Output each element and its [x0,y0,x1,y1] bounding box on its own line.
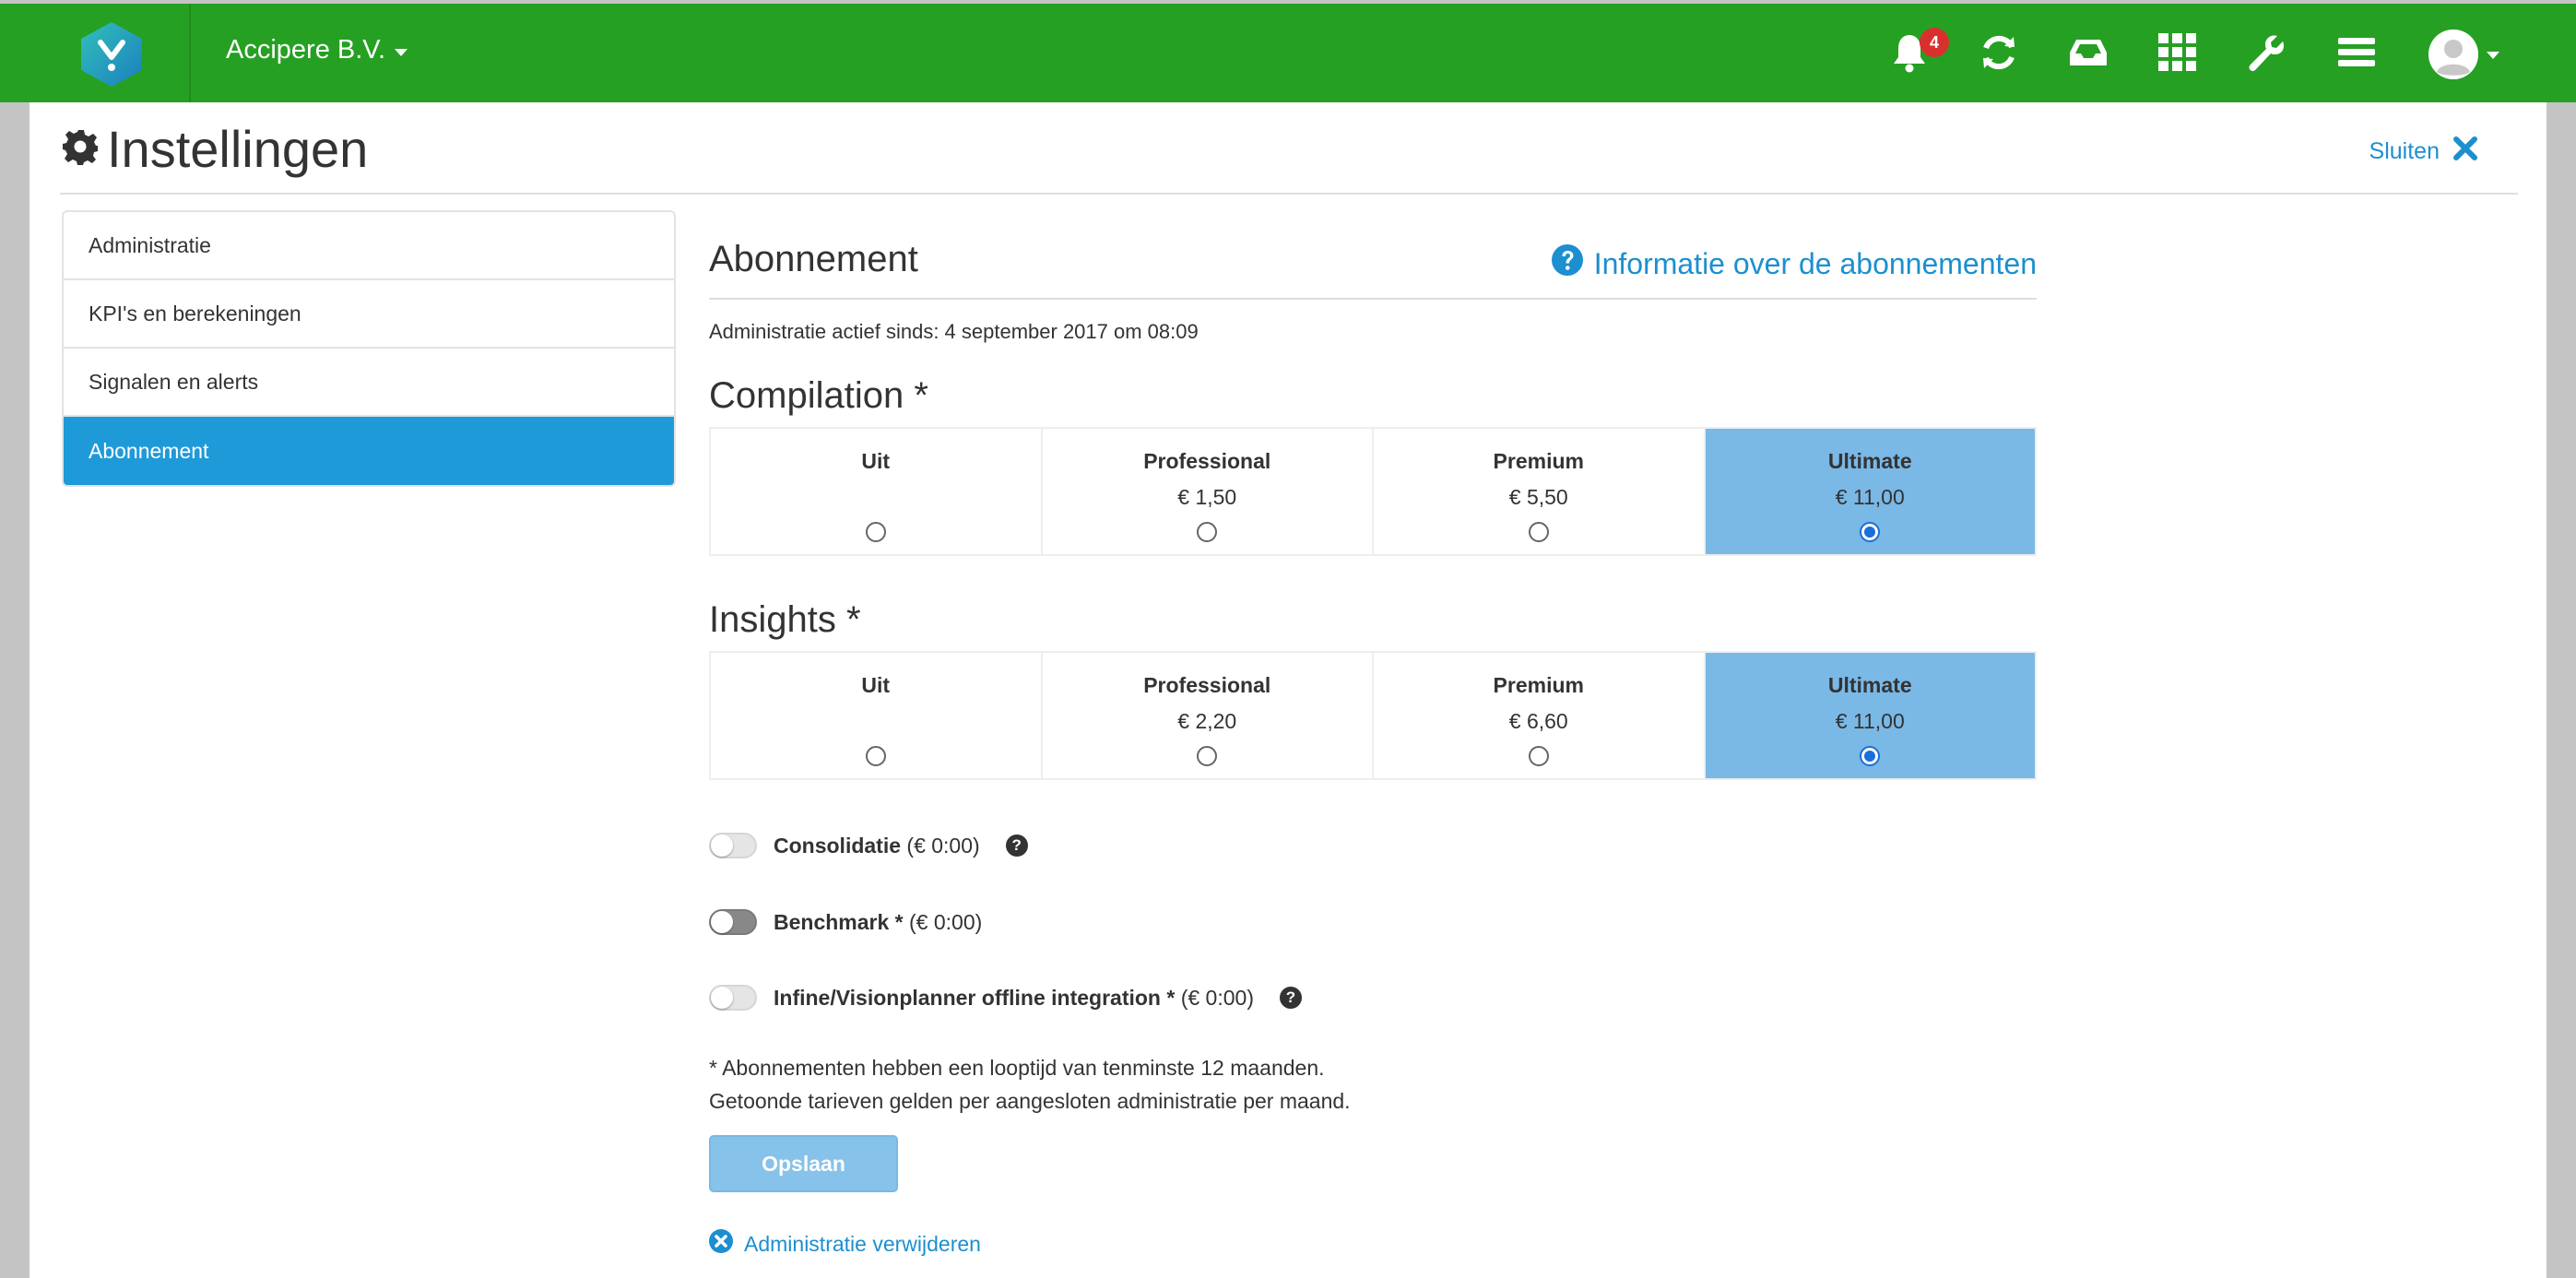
compilation-title: Compilation * [709,375,928,416]
toggle-price: (€ 0:00) [909,909,983,934]
toggle-knob [711,987,733,1009]
plan-radio[interactable] [1528,746,1549,766]
user-menu-chevron-icon[interactable] [2487,52,2499,59]
toggle-price: (€ 0:00) [906,833,980,858]
save-button[interactable]: Opslaan [709,1135,898,1192]
plan-price [873,709,879,734]
insights-option-premium[interactable]: Premium € 6,60 [1374,653,1706,778]
plan-radio[interactable] [1197,746,1218,766]
plan-price [873,485,879,510]
gear-icon [63,128,100,170]
company-name: Accipere B.V. [226,35,386,65]
plan-price: € 11,00 [1835,709,1905,733]
user-avatar-icon[interactable] [2428,30,2478,79]
delete-label: Administratie verwijderen [744,1231,981,1256]
plan-name: Professional [1143,449,1271,473]
plan-price: € 1,50 [1177,485,1237,509]
insights-option-ultimate[interactable]: Ultimate € 11,00 [1705,653,2035,778]
remove-circle-icon [709,1229,733,1259]
compilation-option-professional[interactable]: Professional € 1,50 [1043,429,1374,554]
plan-radio[interactable] [1197,522,1218,542]
delete-administration-link[interactable]: Administratie verwijderen [709,1229,981,1259]
compilation-plan-grid: Uit Professional € 1,50 Premium € 5,50 U… [709,427,2037,556]
toggle-knob [711,911,733,933]
question-circle-icon [1551,244,1583,283]
consolidatie-row: Consolidatie (€ 0:00) ? [709,833,1028,858]
wrench-icon[interactable] [2246,31,2288,74]
apps-grid-icon[interactable] [2157,31,2199,74]
compilation-option-premium[interactable]: Premium € 5,50 [1374,429,1706,554]
subscription-note: * Abonnementen hebben een looptijd van t… [709,1056,1325,1080]
plan-price: € 2,20 [1177,709,1237,733]
company-switcher[interactable]: Accipere B.V. [226,35,408,65]
active-since-text: Administratie actief sinds: 4 september … [709,320,1199,343]
close-button[interactable]: Sluiten [2369,136,2478,168]
plan-name: Premium [1493,673,1584,697]
plan-radio-selected[interactable] [1860,746,1881,766]
infine-integration-row: Infine/Visionplanner offline integration… [709,985,1302,1011]
sidebar-item-administratie[interactable]: Administratie [64,212,674,280]
toggle-label: Benchmark * [774,909,904,934]
plan-name: Uit [861,673,891,697]
top-navbar: Accipere B.V. 4 [0,4,2576,102]
plan-name: Ultimate [1827,449,1912,473]
insights-option-uit[interactable]: Uit [711,653,1043,778]
notification-badge: 4 [1920,28,1949,57]
pricing-note: Getoonde tarieven gelden per aangesloten… [709,1089,1351,1113]
section-header: Abonnement Informatie over de abonnement… [709,239,2037,300]
insights-title: Insights * [709,599,861,640]
refresh-icon[interactable] [1978,31,2020,74]
plan-radio[interactable] [1528,522,1549,542]
toggle-price: (€ 0:00) [1180,985,1254,1010]
help-icon[interactable]: ? [1005,834,1028,857]
subscription-info-link[interactable]: Informatie over de abonnementen [1551,244,2037,283]
compilation-option-uit[interactable]: Uit [711,429,1043,554]
menu-icon[interactable] [2335,31,2378,74]
brand-divider [189,4,191,102]
settings-sidebar: Administratie KPI's en berekeningen Sign… [62,210,676,487]
plan-name: Ultimate [1827,673,1912,697]
app-logo[interactable] [77,20,146,89]
plan-price: € 6,60 [1508,709,1568,733]
insights-plan-grid: Uit Professional € 2,20 Premium € 6,60 U… [709,651,2037,780]
compilation-option-ultimate[interactable]: Ultimate € 11,00 [1705,429,2035,554]
benchmark-toggle[interactable] [709,909,757,935]
page-heading: Instellingen [107,120,369,178]
insights-option-professional[interactable]: Professional € 2,20 [1043,653,1374,778]
sidebar-item-kpis[interactable]: KPI's en berekeningen [64,280,674,349]
toggle-label: Infine/Visionplanner offline integration… [774,985,1176,1010]
plan-price: € 5,50 [1508,485,1568,509]
chevron-down-icon [395,48,408,56]
infine-integration-toggle[interactable] [709,985,757,1011]
toggle-knob [711,834,733,857]
section-title: Abonnement [709,239,918,279]
plan-radio[interactable] [865,522,886,542]
inbox-icon[interactable] [2067,31,2109,74]
close-icon [2452,136,2478,168]
title-divider [60,193,2518,195]
plan-name: Uit [861,449,891,473]
sidebar-item-signalen[interactable]: Signalen en alerts [64,349,674,417]
plan-name: Professional [1143,673,1271,697]
plan-radio[interactable] [865,746,886,766]
consolidatie-toggle[interactable] [709,833,757,858]
plan-radio-selected[interactable] [1860,522,1881,542]
toggle-label: Consolidatie [774,833,902,858]
page-title: Instellingen [63,119,368,179]
plan-name: Premium [1493,449,1584,473]
settings-page: Instellingen Sluiten Administratie KPI's… [30,102,2546,1278]
help-icon[interactable]: ? [1279,987,1302,1009]
plan-price: € 11,00 [1835,485,1905,509]
sidebar-item-abonnement[interactable]: Abonnement [64,417,674,485]
close-label: Sluiten [2369,138,2440,164]
info-link-label: Informatie over de abonnementen [1593,246,2037,280]
benchmark-row: Benchmark * (€ 0:00) [709,909,982,935]
